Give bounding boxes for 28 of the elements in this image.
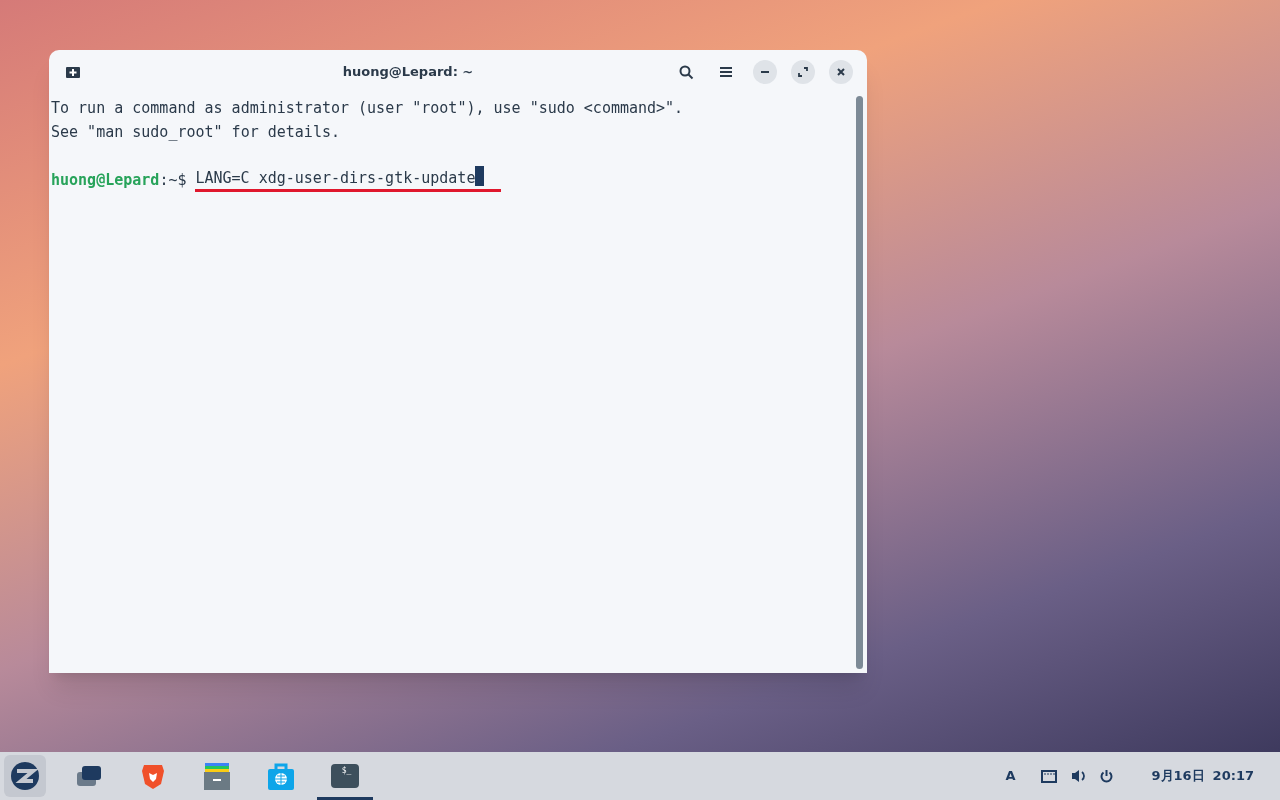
new-tab-icon xyxy=(65,65,81,79)
minimize-icon xyxy=(761,71,769,73)
menu-icon xyxy=(720,67,732,77)
close-icon xyxy=(837,68,845,76)
terminal-output-line: To run a command as administrator (user "root"), use "sudo <command>". xyxy=(51,98,685,119)
lion-shield-icon xyxy=(141,762,165,790)
prompt-user-host: huong@Lepard xyxy=(51,170,160,191)
shopping-bag-icon xyxy=(267,761,295,791)
date-text[interactable]: 9月16日 xyxy=(1151,766,1205,786)
z-logo-icon xyxy=(10,761,40,791)
volume-icon[interactable] xyxy=(1071,769,1088,783)
prompt-path: :~$ xyxy=(159,170,187,191)
windows-icon xyxy=(76,765,102,787)
minimize-button[interactable] xyxy=(753,60,777,84)
taskbar-launcher[interactable]: $_ xyxy=(324,755,366,797)
window-title: huong@Lepard: ~ xyxy=(341,63,475,82)
close-button[interactable] xyxy=(829,60,853,84)
search-icon xyxy=(678,64,694,80)
clock-text[interactable]: 20:17 xyxy=(1212,766,1254,786)
keyboard-layout-indicator[interactable]: A xyxy=(1005,766,1016,786)
power-icon[interactable] xyxy=(1100,769,1114,783)
maximize-button[interactable] xyxy=(791,60,815,84)
terminal-icon: $_ xyxy=(331,764,359,788)
maximize-icon xyxy=(798,67,808,77)
terminal-output-line: See "man sudo_root" for details. xyxy=(51,122,341,143)
taskbar-launcher[interactable] xyxy=(4,755,46,797)
network-icon[interactable] xyxy=(1041,769,1058,783)
file-cabinet-icon xyxy=(202,761,232,791)
